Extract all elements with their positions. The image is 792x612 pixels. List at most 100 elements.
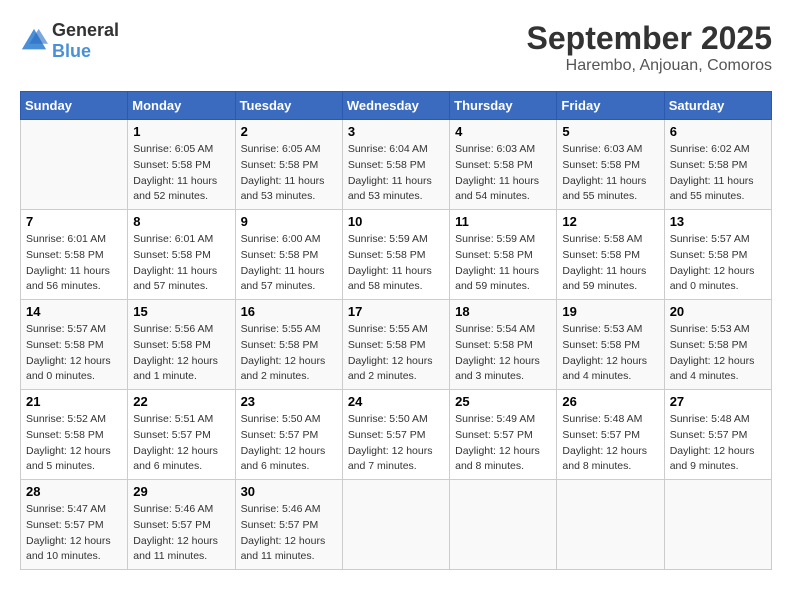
day-number: 16: [241, 304, 337, 319]
day-number: 8: [133, 214, 229, 229]
calendar-cell: 8 Sunrise: 6:01 AM Sunset: 5:58 PM Daylig…: [128, 210, 235, 300]
calendar-cell: 11 Sunrise: 5:59 AM Sunset: 5:58 PM Dayli…: [450, 210, 557, 300]
day-info: Sunrise: 5:59 AM Sunset: 5:58 PM Dayligh…: [455, 232, 551, 295]
day-info: Sunrise: 5:46 AM Sunset: 5:57 PM Dayligh…: [241, 502, 337, 565]
day-info: Sunrise: 6:01 AM Sunset: 5:58 PM Dayligh…: [26, 232, 122, 295]
header-saturday: Saturday: [664, 92, 771, 120]
header-thursday: Thursday: [450, 92, 557, 120]
day-info: Sunrise: 5:48 AM Sunset: 5:57 PM Dayligh…: [670, 412, 766, 475]
day-number: 4: [455, 124, 551, 139]
day-info: Sunrise: 5:51 AM Sunset: 5:57 PM Dayligh…: [133, 412, 229, 475]
day-number: 20: [670, 304, 766, 319]
calendar-cell: 29 Sunrise: 5:46 AM Sunset: 5:57 PM Dayli…: [128, 480, 235, 570]
day-number: 28: [26, 484, 122, 499]
week-row-1: 1 Sunrise: 6:05 AM Sunset: 5:58 PM Daylig…: [21, 120, 772, 210]
day-number: 13: [670, 214, 766, 229]
day-info: Sunrise: 5:53 AM Sunset: 5:58 PM Dayligh…: [670, 322, 766, 385]
day-number: 22: [133, 394, 229, 409]
day-number: 12: [562, 214, 658, 229]
calendar-cell: [557, 480, 664, 570]
day-info: Sunrise: 5:54 AM Sunset: 5:58 PM Dayligh…: [455, 322, 551, 385]
calendar-cell: 21 Sunrise: 5:52 AM Sunset: 5:58 PM Dayli…: [21, 390, 128, 480]
calendar-cell: 18Sunrise: 5:54 AM Sunset: 5:58 PM Dayli…: [450, 300, 557, 390]
day-info: Sunrise: 5:58 AM Sunset: 5:58 PM Dayligh…: [562, 232, 658, 295]
calendar-cell: 24 Sunrise: 5:50 AM Sunset: 5:57 PM Dayli…: [342, 390, 449, 480]
day-number: 27: [670, 394, 766, 409]
calendar-cell: 25Sunrise: 5:49 AM Sunset: 5:57 PM Dayli…: [450, 390, 557, 480]
calendar-cell: 9Sunrise: 6:00 AM Sunset: 5:58 PM Daylig…: [235, 210, 342, 300]
calendar-cell: [450, 480, 557, 570]
day-number: 6: [670, 124, 766, 139]
day-info: Sunrise: 6:04 AM Sunset: 5:58 PM Dayligh…: [348, 142, 444, 205]
day-info: Sunrise: 5:57 AM Sunset: 5:58 PM Dayligh…: [26, 322, 122, 385]
calendar-cell: 3Sunrise: 6:04 AM Sunset: 5:58 PM Daylig…: [342, 120, 449, 210]
day-info: Sunrise: 6:05 AM Sunset: 5:58 PM Dayligh…: [133, 142, 229, 205]
day-number: 10: [348, 214, 444, 229]
day-number: 11: [455, 214, 551, 229]
calendar-cell: 19 Sunrise: 5:53 AM Sunset: 5:58 PM Dayli…: [557, 300, 664, 390]
day-number: 9: [241, 214, 337, 229]
day-info: Sunrise: 6:03 AM Sunset: 5:58 PM Dayligh…: [455, 142, 551, 205]
day-number: 5: [562, 124, 658, 139]
day-number: 14: [26, 304, 122, 319]
day-number: 2: [241, 124, 337, 139]
calendar-cell: 16 Sunrise: 5:55 AM Sunset: 5:58 PM Dayli…: [235, 300, 342, 390]
header-tuesday: Tuesday: [235, 92, 342, 120]
title-block: September 2025 Harembo, Anjouan, Comoros: [527, 20, 772, 75]
calendar-cell: 2 Sunrise: 6:05 AM Sunset: 5:58 PM Daylig…: [235, 120, 342, 210]
header-monday: Monday: [128, 92, 235, 120]
page-subtitle: Harembo, Anjouan, Comoros: [527, 57, 772, 75]
day-info: Sunrise: 6:02 AM Sunset: 5:58 PM Dayligh…: [670, 142, 766, 205]
day-info: Sunrise: 5:50 AM Sunset: 5:57 PM Dayligh…: [241, 412, 337, 475]
day-info: Sunrise: 6:05 AM Sunset: 5:58 PM Dayligh…: [241, 142, 337, 205]
logo-icon: [20, 27, 48, 55]
calendar-cell: 12 Sunrise: 5:58 AM Sunset: 5:58 PM Dayli…: [557, 210, 664, 300]
day-number: 24: [348, 394, 444, 409]
calendar-cell: [21, 120, 128, 210]
day-info: Sunrise: 6:01 AM Sunset: 5:58 PM Dayligh…: [133, 232, 229, 295]
day-number: 30: [241, 484, 337, 499]
day-number: 21: [26, 394, 122, 409]
calendar-cell: 26 Sunrise: 5:48 AM Sunset: 5:57 PM Dayli…: [557, 390, 664, 480]
day-info: Sunrise: 5:48 AM Sunset: 5:57 PM Dayligh…: [562, 412, 658, 475]
calendar-cell: 14 Sunrise: 5:57 AM Sunset: 5:58 PM Dayli…: [21, 300, 128, 390]
day-number: 1: [133, 124, 229, 139]
header-wednesday: Wednesday: [342, 92, 449, 120]
day-info: Sunrise: 5:55 AM Sunset: 5:58 PM Dayligh…: [348, 322, 444, 385]
day-number: 29: [133, 484, 229, 499]
calendar-table: SundayMondayTuesdayWednesdayThursdayFrid…: [20, 91, 772, 570]
day-number: 25: [455, 394, 551, 409]
day-info: Sunrise: 5:52 AM Sunset: 5:58 PM Dayligh…: [26, 412, 122, 475]
header-sunday: Sunday: [21, 92, 128, 120]
day-info: Sunrise: 5:53 AM Sunset: 5:58 PM Dayligh…: [562, 322, 658, 385]
logo-text-general: General: [52, 20, 119, 40]
day-info: Sunrise: 5:59 AM Sunset: 5:58 PM Dayligh…: [348, 232, 444, 295]
day-number: 19: [562, 304, 658, 319]
calendar-header-row: SundayMondayTuesdayWednesdayThursdayFrid…: [21, 92, 772, 120]
calendar-cell: 7Sunrise: 6:01 AM Sunset: 5:58 PM Daylig…: [21, 210, 128, 300]
calendar-cell: 5 Sunrise: 6:03 AM Sunset: 5:58 PM Daylig…: [557, 120, 664, 210]
week-row-2: 7Sunrise: 6:01 AM Sunset: 5:58 PM Daylig…: [21, 210, 772, 300]
calendar-cell: [664, 480, 771, 570]
day-info: Sunrise: 6:03 AM Sunset: 5:58 PM Dayligh…: [562, 142, 658, 205]
day-number: 26: [562, 394, 658, 409]
day-info: Sunrise: 5:55 AM Sunset: 5:58 PM Dayligh…: [241, 322, 337, 385]
calendar-cell: 10 Sunrise: 5:59 AM Sunset: 5:58 PM Dayli…: [342, 210, 449, 300]
day-info: Sunrise: 5:50 AM Sunset: 5:57 PM Dayligh…: [348, 412, 444, 475]
header-friday: Friday: [557, 92, 664, 120]
day-info: Sunrise: 5:46 AM Sunset: 5:57 PM Dayligh…: [133, 502, 229, 565]
calendar-cell: 15Sunrise: 5:56 AM Sunset: 5:58 PM Dayli…: [128, 300, 235, 390]
calendar-cell: 4 Sunrise: 6:03 AM Sunset: 5:58 PM Daylig…: [450, 120, 557, 210]
calendar-cell: 23Sunrise: 5:50 AM Sunset: 5:57 PM Dayli…: [235, 390, 342, 480]
day-number: 17: [348, 304, 444, 319]
week-row-3: 14 Sunrise: 5:57 AM Sunset: 5:58 PM Dayli…: [21, 300, 772, 390]
day-info: Sunrise: 5:47 AM Sunset: 5:57 PM Dayligh…: [26, 502, 122, 565]
day-number: 15: [133, 304, 229, 319]
week-row-5: 28 Sunrise: 5:47 AM Sunset: 5:57 PM Dayli…: [21, 480, 772, 570]
calendar-cell: 13 Sunrise: 5:57 AM Sunset: 5:58 PM Dayli…: [664, 210, 771, 300]
day-info: Sunrise: 5:57 AM Sunset: 5:58 PM Dayligh…: [670, 232, 766, 295]
calendar-cell: 22 Sunrise: 5:51 AM Sunset: 5:57 PM Dayli…: [128, 390, 235, 480]
logo: General Blue: [20, 20, 119, 62]
week-row-4: 21 Sunrise: 5:52 AM Sunset: 5:58 PM Dayli…: [21, 390, 772, 480]
calendar-cell: 6 Sunrise: 6:02 AM Sunset: 5:58 PM Daylig…: [664, 120, 771, 210]
